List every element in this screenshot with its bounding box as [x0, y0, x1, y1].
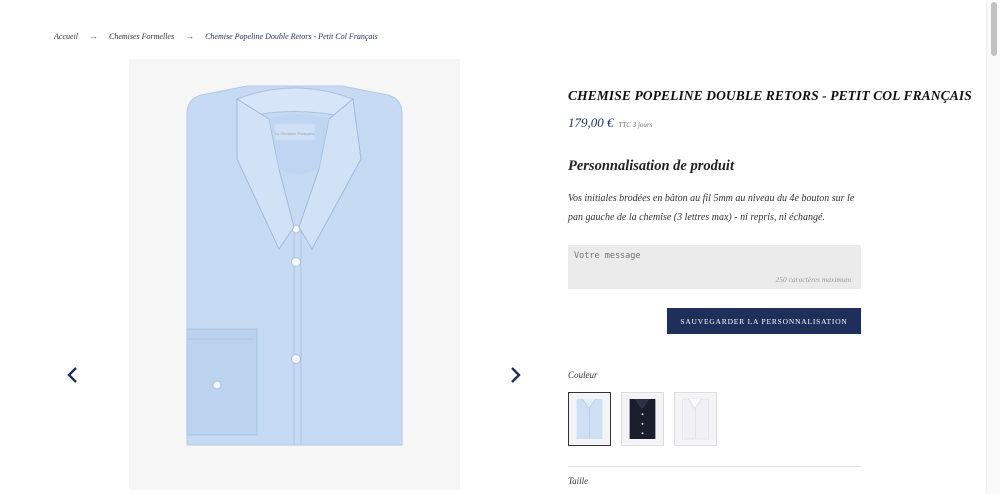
message-field[interactable]: 250 caractères maximum	[568, 245, 861, 289]
color-label: Couleur	[568, 370, 598, 380]
breadcrumb-separator-icon: →	[185, 31, 195, 41]
price-note: TTC 3 jours	[618, 121, 653, 129]
customization-description: Vos initiales brodées en bâton au fil 5m…	[568, 193, 855, 223]
gallery-next-button[interactable]	[504, 363, 526, 387]
size-label: Taille	[568, 476, 589, 486]
product-image[interactable]: La Chemise Française	[129, 59, 460, 490]
price-row: 179,00 € TTC 3 jours	[568, 115, 652, 131]
message-input[interactable]	[574, 251, 854, 261]
color-swatch-white[interactable]	[674, 392, 717, 446]
section-divider	[568, 466, 861, 467]
scrollbar-thumb[interactable]	[991, 2, 997, 56]
chevron-right-icon	[511, 367, 521, 383]
breadcrumb-home-link[interactable]: Accueil	[54, 32, 78, 41]
gallery-prev-button[interactable]	[62, 363, 84, 387]
breadcrumb-separator-icon: →	[88, 31, 98, 41]
breadcrumb-current: Chemise Popeline Double Retors - Petit C…	[205, 31, 378, 41]
color-swatch-light-blue[interactable]	[568, 392, 611, 446]
chevron-left-icon	[67, 367, 77, 383]
color-swatches	[568, 392, 727, 446]
product-price: 179,00 €	[568, 115, 614, 130]
page-scrollbar[interactable]	[986, 0, 1000, 494]
customization-heading: Personnalisation de produit	[568, 158, 734, 174]
breadcrumb-category-link[interactable]: Chemises Formelles	[109, 32, 174, 41]
shirt-image: La Chemise Française	[129, 59, 460, 490]
save-customization-button[interactable]: SAUVEGARDER LA PERSONNALISATION	[667, 308, 861, 334]
color-swatch-navy[interactable]	[621, 392, 664, 446]
breadcrumb: Accueil → Chemises Formelles → Chemise P…	[54, 31, 378, 41]
product-title: CHEMISE POPELINE DOUBLE RETORS - PETIT C…	[568, 88, 972, 103]
message-char-limit: 250 caractères maximum	[775, 275, 851, 284]
